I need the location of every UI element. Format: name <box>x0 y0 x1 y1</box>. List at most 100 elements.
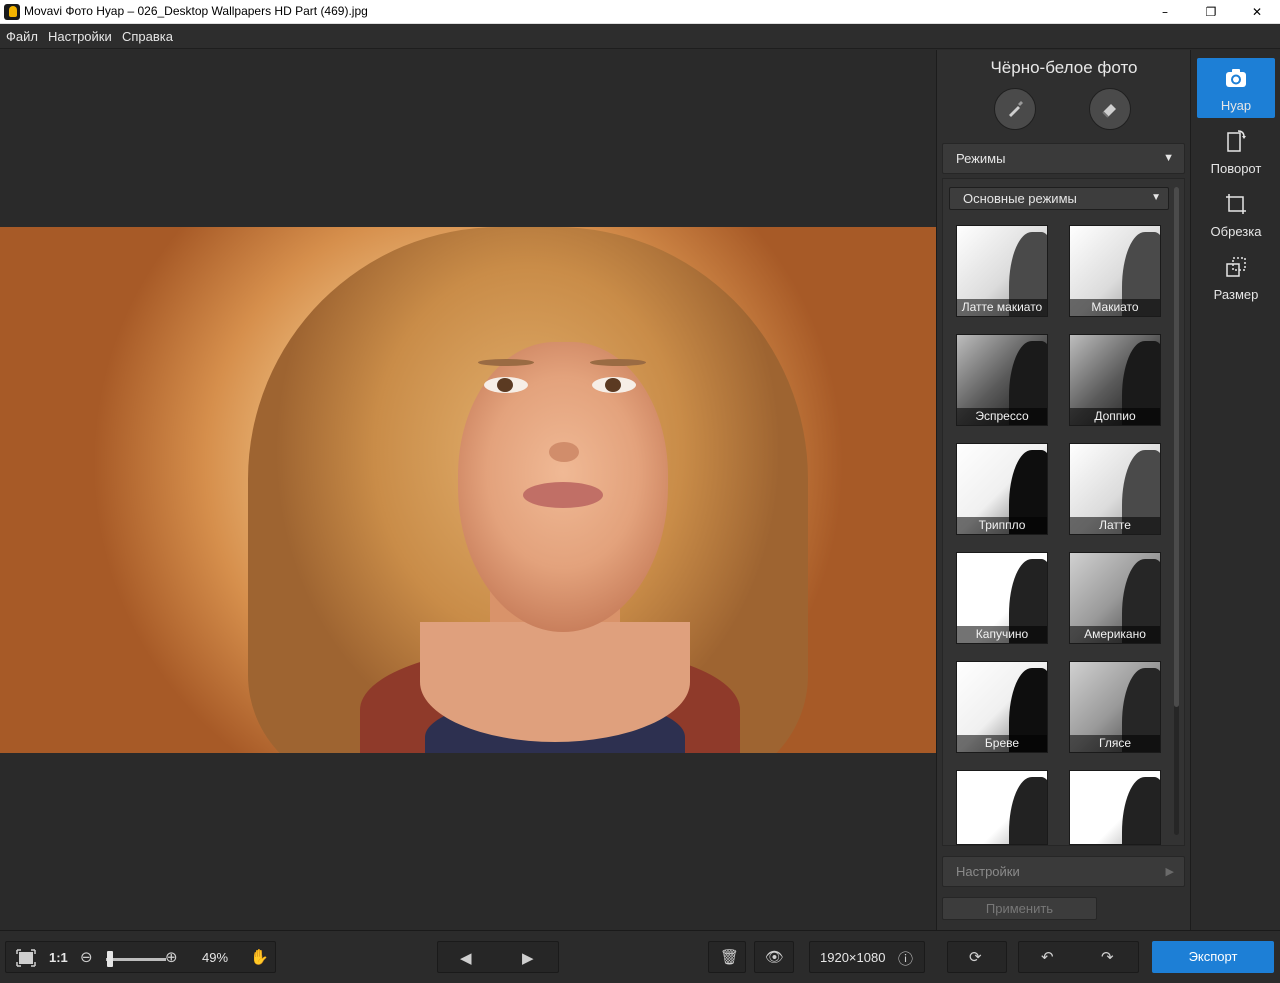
maximize-button[interactable]: ❐ <box>1188 0 1234 24</box>
preset-label: Американо <box>1070 626 1160 643</box>
zoom-slider-track[interactable] <box>106 958 166 961</box>
modes-dropdown[interactable]: Основные режимы ▼ <box>949 187 1169 210</box>
zoom-level: 49% <box>202 950 229 965</box>
trash-icon: 🗑 <box>720 948 740 966</box>
modes-scrollbar[interactable] <box>1174 187 1179 835</box>
bottom-toolbar: 1:1 ⊖ ⊕ 49% ✋ ◀ ▶ 🗑 👁 1920×1080 ⓘ ⟳ ↶ ↷ … <box>0 930 1280 983</box>
photo-eye-left <box>484 377 528 393</box>
eraser-icon <box>1102 104 1116 118</box>
reset-button[interactable]: ⟳ <box>947 941 1007 973</box>
preset-thumbnail[interactable]: Латте макиато <box>956 225 1048 317</box>
dropdown-caret-icon: ▼ <box>1151 192 1161 203</box>
previous-image-icon[interactable]: ◀ <box>460 949 472 967</box>
crop-icon <box>1226 194 1246 214</box>
preset-thumbnail[interactable]: Капучино <box>956 552 1048 644</box>
preset-thumbnail[interactable]: Эспрессо <box>956 334 1048 426</box>
tool-rotate[interactable]: Поворот <box>1197 121 1275 181</box>
actual-size-button[interactable]: 1:1 <box>49 950 68 965</box>
tool-noir[interactable]: Нуар <box>1197 58 1275 118</box>
preview-button[interactable]: 👁 <box>754 941 794 973</box>
menu-bar: Файл Настройки Справка <box>0 25 1280 49</box>
image-info: 1920×1080 ⓘ <box>809 941 925 973</box>
zoom-out-icon[interactable]: ⊖ <box>80 948 93 966</box>
eye-icon: 👁 <box>765 948 785 966</box>
tool-resize[interactable]: Размер <box>1197 247 1275 307</box>
preset-label: Бреве <box>957 735 1047 752</box>
close-button[interactable]: ✕ <box>1234 0 1280 24</box>
preset-thumbnail[interactable]: Макиато <box>1069 225 1161 317</box>
rotate-icon <box>1227 130 1246 152</box>
next-image-icon[interactable]: ▶ <box>522 949 534 967</box>
photo-chest <box>420 622 690 742</box>
modes-dropdown-value: Основные режимы <box>963 191 1077 206</box>
preset-label: Макиато <box>1070 299 1160 316</box>
hand-tool-icon[interactable]: ✋ <box>250 948 269 966</box>
zoom-in-icon[interactable]: ⊕ <box>165 948 178 966</box>
modes-list: Основные режимы ▼ Латте макиато Макиато Эс… <box>942 178 1185 846</box>
photo-preview <box>0 227 936 753</box>
preset-thumbnail[interactable]: Доппио <box>1069 334 1161 426</box>
preset-label: Капучино <box>957 626 1047 643</box>
window-title: Movavi Фото Нуар – 026_Desktop Wallpaper… <box>24 4 368 18</box>
preset-label: Латте макиато <box>957 299 1047 316</box>
minimize-button[interactable]: – <box>1142 0 1188 24</box>
info-icon[interactable]: ⓘ <box>898 948 913 969</box>
zoom-slider-handle[interactable] <box>107 951 113 967</box>
menu-help[interactable]: Справка <box>122 29 173 44</box>
redo-icon[interactable]: ↷ <box>1101 948 1114 966</box>
tool-resize-label: Размер <box>1213 287 1259 302</box>
navigation-controls: ◀ ▶ <box>437 941 559 973</box>
undo-icon[interactable]: ↶ <box>1041 948 1054 966</box>
menu-file[interactable]: Файл <box>6 29 38 44</box>
camera-icon <box>1226 69 1246 87</box>
refresh-icon: ⟳ <box>969 948 982 966</box>
settings-section-header[interactable]: Настройки ▶ <box>942 856 1185 887</box>
photo-brow-right <box>590 359 646 366</box>
photo-eye-right <box>592 377 636 393</box>
chevron-right-icon: ▶ <box>1165 866 1174 878</box>
preset-label: Эспрессо <box>957 408 1047 425</box>
preset-preview-image <box>957 771 1047 844</box>
tool-rotate-label: Поворот <box>1210 161 1262 176</box>
tool-noir-label: Нуар <box>1220 98 1252 113</box>
tool-crop-label: Обрезка <box>1210 224 1262 239</box>
resize-icon <box>1226 257 1246 277</box>
export-button[interactable]: Экспорт <box>1152 941 1274 973</box>
app-logo-icon <box>4 4 20 20</box>
preset-thumbnail[interactable]: Американо <box>1069 552 1161 644</box>
preset-thumbnail[interactable]: Бреве <box>956 661 1048 753</box>
tool-crop[interactable]: Обрезка <box>1197 184 1275 244</box>
preset-thumbnail[interactable] <box>1069 770 1161 845</box>
fit-screen-icon[interactable] <box>16 949 36 967</box>
photo-lips <box>523 482 603 508</box>
image-canvas[interactable] <box>0 50 936 930</box>
history-controls: ↶ ↷ <box>1018 941 1139 973</box>
brush-button[interactable] <box>994 88 1036 130</box>
preset-preview-silhouette <box>1122 777 1160 844</box>
settings-header-label: Настройки <box>956 864 1020 879</box>
photo-nose <box>549 442 579 462</box>
preset-thumbnail[interactable]: Триппло <box>956 443 1048 535</box>
preset-thumbnail[interactable] <box>956 770 1048 845</box>
image-dimensions: 1920×1080 <box>820 950 886 965</box>
chevron-down-icon: ▼ <box>1163 152 1174 164</box>
preset-preview-silhouette <box>1009 777 1047 844</box>
zoom-controls: 1:1 ⊖ ⊕ 49% ✋ <box>5 941 276 973</box>
preset-thumbnail[interactable]: Глясе <box>1069 661 1161 753</box>
preset-preview-image <box>1070 771 1160 844</box>
preset-label: Доппио <box>1070 408 1160 425</box>
title-bar: Movavi Фото Нуар – 026_Desktop Wallpaper… <box>0 0 1280 24</box>
menu-settings[interactable]: Настройки <box>48 29 112 44</box>
delete-button[interactable]: 🗑 <box>708 941 746 973</box>
preset-thumbnail[interactable]: Латте <box>1069 443 1161 535</box>
modes-header-label: Режимы <box>956 151 1006 166</box>
modes-section-header[interactable]: Режимы ▼ <box>942 143 1185 174</box>
apply-button[interactable]: Применить <box>942 897 1097 920</box>
photo-brow-left <box>478 359 534 366</box>
preset-label: Триппло <box>957 517 1047 534</box>
preset-label: Латте <box>1070 517 1160 534</box>
modes-scroll-thumb[interactable] <box>1174 187 1179 707</box>
effects-panel: Чёрно-белое фото Режимы ▼ Основные режим… <box>936 50 1190 930</box>
eraser-button[interactable] <box>1089 88 1131 130</box>
panel-title: Чёрно-белое фото <box>990 58 1138 77</box>
